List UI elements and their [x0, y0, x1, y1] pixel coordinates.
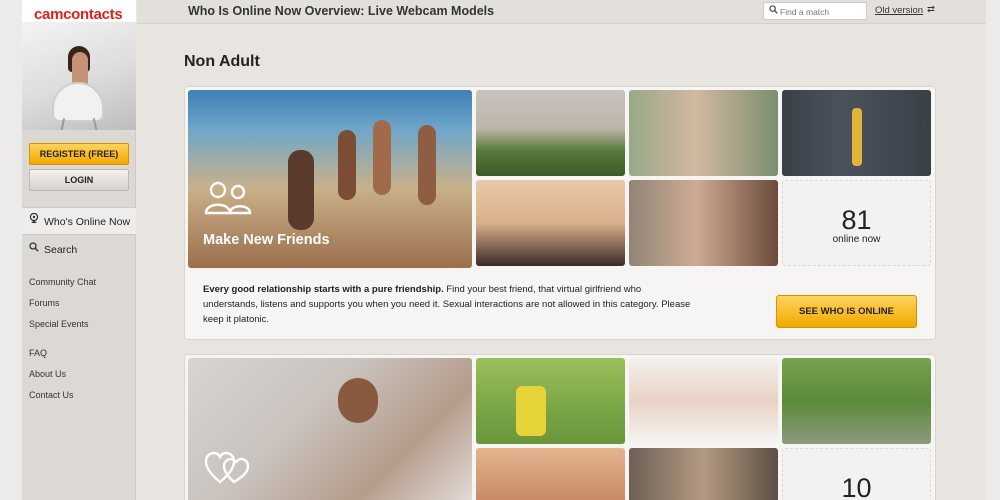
- sidebar-item-search[interactable]: Search: [22, 236, 136, 264]
- logo-text: camcontacts: [34, 6, 123, 23]
- online-label: online now: [832, 234, 881, 245]
- search-icon: [769, 5, 778, 16]
- category-card-romance: 10: [184, 354, 936, 500]
- left-gutter: [0, 0, 22, 500]
- friends-icon: [204, 180, 252, 224]
- see-who-is-online-button[interactable]: SEE WHO IS ONLINE: [776, 295, 917, 328]
- sidebar-link-forums[interactable]: Forums: [29, 298, 60, 308]
- top-bar: Who Is Online Now Overview: Live Webcam …: [137, 0, 986, 24]
- logo[interactable]: camcontacts: [22, 0, 136, 130]
- model-thumbnail[interactable]: [629, 180, 778, 266]
- sidebar-link-faq[interactable]: FAQ: [29, 348, 47, 358]
- sidebar-item-label: Who's Online Now: [44, 216, 131, 228]
- category-feature-tile[interactable]: [188, 358, 472, 500]
- category-card-friends: Make New Friends 81 online now Every goo…: [184, 86, 936, 340]
- model-thumbnail[interactable]: [782, 358, 931, 444]
- page-title: Who Is Online Now Overview: Live Webcam …: [188, 4, 495, 18]
- model-thumbnail[interactable]: [629, 90, 778, 176]
- login-button[interactable]: LOGIN: [29, 169, 129, 191]
- hearts-icon: [204, 450, 252, 494]
- old-version-link[interactable]: Old version: [875, 5, 923, 16]
- find-match-search[interactable]: [763, 2, 867, 20]
- model-thumbnail[interactable]: [629, 448, 778, 500]
- online-count: 10: [841, 473, 872, 500]
- model-thumbnail[interactable]: [629, 358, 778, 444]
- sidebar-link-about-us[interactable]: About Us: [29, 369, 66, 379]
- category-description: Every good relationship starts with a pu…: [203, 284, 691, 325]
- sidebar-item-whos-online[interactable]: Who's Online Now: [22, 207, 136, 235]
- online-count-box: 81 online now: [782, 180, 931, 266]
- sidebar-link-special-events[interactable]: Special Events: [29, 319, 89, 329]
- sidebar: camcontacts REGISTER (FREE) LOGIN Who's …: [22, 0, 136, 500]
- logo-model-photo: [22, 22, 136, 130]
- swap-icon[interactable]: ⇄: [927, 4, 935, 15]
- category-title: Make New Friends: [203, 232, 330, 248]
- register-button[interactable]: REGISTER (FREE): [29, 143, 129, 165]
- online-count-box: 10: [782, 448, 931, 500]
- category-feature-tile[interactable]: Make New Friends: [188, 90, 472, 268]
- model-thumbnail[interactable]: [782, 90, 931, 176]
- right-gutter: [986, 0, 1000, 500]
- sidebar-link-community-chat[interactable]: Community Chat: [29, 277, 96, 287]
- model-thumbnail[interactable]: [476, 448, 625, 500]
- model-thumbnail[interactable]: [476, 90, 625, 176]
- search-icon: [29, 236, 39, 264]
- search-input[interactable]: [780, 5, 864, 18]
- webcam-icon: [29, 208, 39, 236]
- model-thumbnail[interactable]: [476, 180, 625, 266]
- sidebar-link-contact-us[interactable]: Contact Us: [29, 390, 74, 400]
- model-thumbnail[interactable]: [476, 358, 625, 444]
- section-heading: Non Adult: [184, 53, 260, 70]
- sidebar-item-label: Search: [44, 244, 78, 256]
- online-count: 81: [841, 205, 872, 235]
